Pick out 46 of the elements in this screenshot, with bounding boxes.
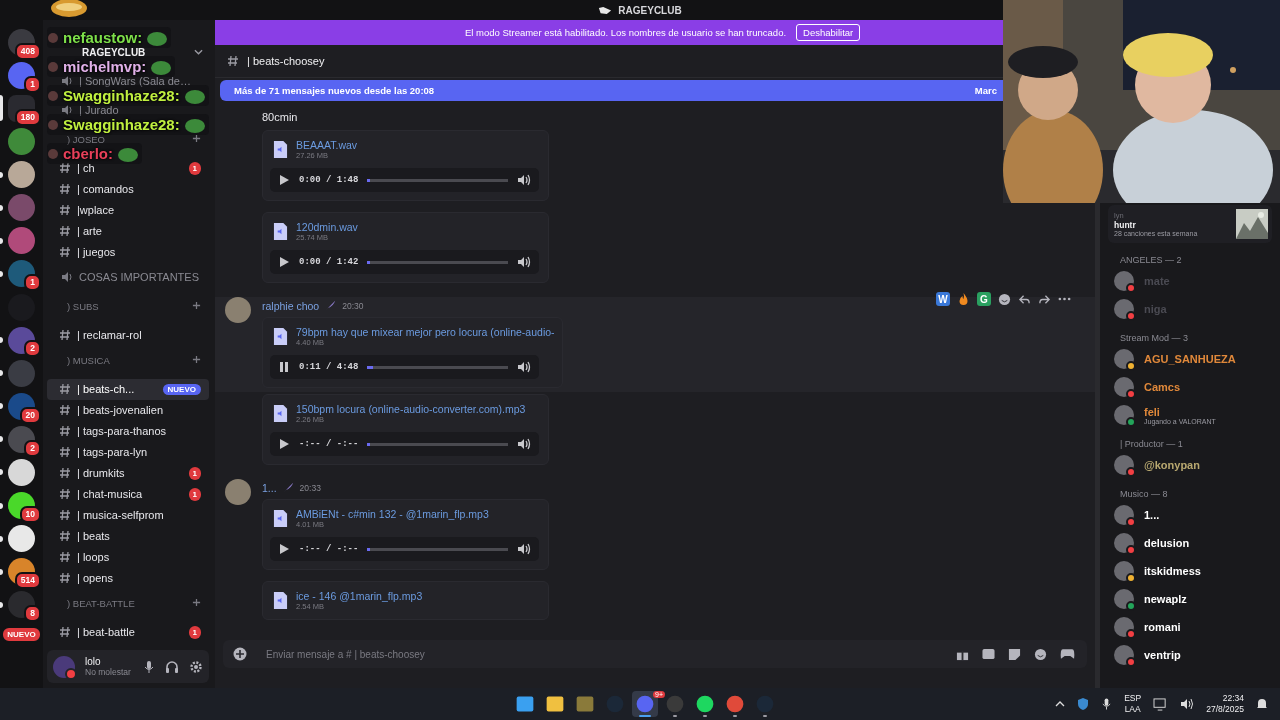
channel-name: | beats-choosey	[247, 55, 325, 67]
unread-badge: 2	[24, 439, 41, 457]
unread-badge: 514	[14, 572, 41, 589]
new-tag: NUEVO	[162, 383, 201, 395]
chat-username: Swagginhaze28:	[63, 116, 180, 133]
new-badge: NUEVO	[1, 625, 42, 643]
member-name: itskidmess	[1144, 565, 1201, 577]
user-status: No molestar	[85, 667, 132, 677]
message-text: 80cmin	[262, 111, 299, 123]
playback-time: 0:11 / 4:48	[299, 362, 359, 372]
unread-badge: 1	[188, 161, 201, 175]
timestamp: 20:33	[299, 482, 321, 493]
role-header: Stream Mod — 3	[1119, 333, 1190, 343]
member-name: delusion	[1144, 537, 1190, 549]
role-header: ANGELES — 2	[1119, 255, 1183, 265]
unread-badge: 2	[24, 340, 41, 358]
member-name: Camcs	[1144, 381, 1181, 393]
chat-username: nefaustow:	[63, 29, 143, 46]
window-title: RAGEYCLUB	[618, 4, 682, 16]
unread-badge: 1	[24, 274, 41, 292]
role-header: Musico — 8	[1119, 489, 1169, 499]
member-name: newaplz	[1144, 593, 1187, 605]
member-name: romani	[1144, 621, 1181, 633]
member-name: AGU_SANHUEZA	[1144, 353, 1236, 365]
unread-badge: 1	[188, 625, 201, 639]
chat-username: michelmvp:	[63, 58, 147, 75]
unread-badge: 1	[188, 466, 201, 480]
role-header: | Productor — 1	[1119, 439, 1184, 449]
unread-badge: 8	[24, 605, 41, 623]
unread-badge: 1	[24, 75, 41, 93]
playback-time: -:-- / -:--	[299, 544, 359, 554]
chat-username: Swagginhaze28:	[63, 87, 180, 104]
new-messages-text: Más de 71 mensajes nuevos desde las 20:08	[234, 85, 435, 96]
playback-time: 0:00 / 1:48	[299, 175, 359, 185]
timestamp: 20:30	[342, 300, 364, 311]
playback-time: -:-- / -:--	[299, 439, 359, 449]
chat-username: cberlo:	[63, 145, 113, 162]
banner-text: El modo Streamer está habilitado. Los nombres de usuario se han truncado.	[465, 27, 787, 38]
user-name: lolo	[85, 656, 102, 667]
member-name: @konypan	[1144, 459, 1200, 471]
unread-badge: 1	[188, 487, 201, 501]
member-name: ventrip	[1144, 649, 1181, 661]
member-name: 1...	[1144, 509, 1160, 521]
activity-title: huntr	[1114, 220, 1137, 230]
playback-time: 0:00 / 1:42	[299, 257, 359, 267]
member-name: feli	[1144, 405, 1161, 418]
